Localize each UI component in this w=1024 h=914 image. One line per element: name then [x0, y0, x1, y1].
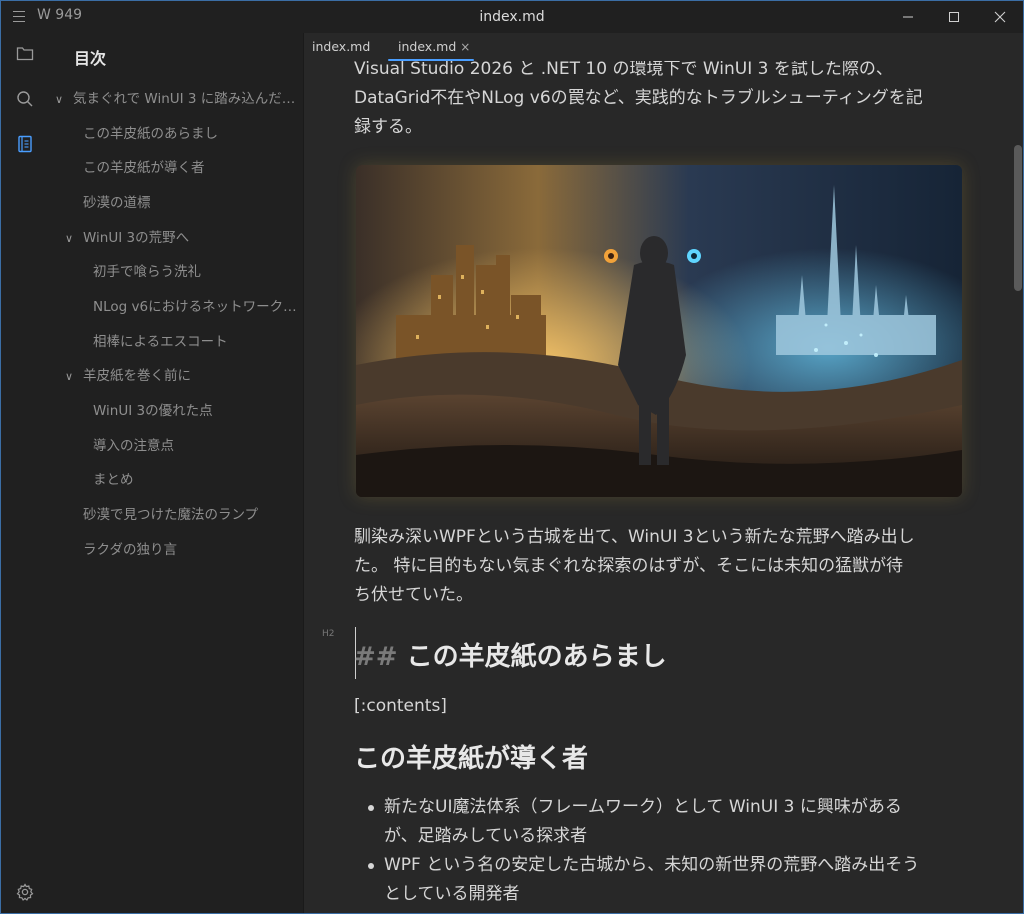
toc-item[interactable]: この羊皮紙が導く者 — [83, 155, 299, 181]
list-item: 新たなUI魔法体系（フレームワーク）として WinUI 3 に興味がある が、足… — [354, 793, 964, 851]
folder-icon[interactable] — [13, 41, 37, 65]
markdown-preview: Visual Studio 2026 と .NET 10 の環境下で WinUI… — [354, 55, 964, 142]
hero-image — [356, 165, 962, 497]
search-icon[interactable] — [13, 87, 37, 111]
close-icon — [994, 11, 1006, 23]
chevron-down-icon[interactable]: ∨ — [55, 87, 67, 112]
bullet-list: 新たなUI魔法体系（フレームワーク）として WinUI 3 に興味がある が、足… — [354, 793, 964, 909]
heading-block-2: この羊皮紙が導く者 — [354, 738, 964, 775]
bullet-list-block: 新たなUI魔法体系（フレームワーク）として WinUI 3 に興味がある が、足… — [354, 793, 964, 909]
paragraph: 馴染み深いWPFという古城を出て、WinUI 3という新たな荒野へ踏み出し た。… — [354, 527, 915, 605]
tab-index-md-active[interactable]: index.md × — [388, 39, 474, 61]
chevron-down-icon[interactable]: ∨ — [65, 226, 77, 251]
intro-paragraph: Visual Studio 2026 と .NET 10 の環境下で WinUI… — [354, 59, 923, 137]
minimize-button[interactable] — [885, 1, 931, 33]
active-tab-indicator — [388, 59, 474, 61]
maximize-button[interactable] — [931, 1, 977, 33]
toc-item[interactable]: ∨ WinUI 3の荒野へ — [65, 225, 299, 251]
toc-item[interactable]: WinUI 3の優れた点 — [93, 398, 299, 424]
toc-item[interactable]: NLog v6におけるネットワークの罠 — [93, 294, 301, 320]
toc-item[interactable]: 相棒によるエスコート — [93, 329, 299, 355]
toc-item[interactable]: 導入の注意点 — [93, 433, 299, 459]
toc-item[interactable]: この羊皮紙のあらまし — [83, 121, 299, 147]
contents-token: [:contents] — [354, 696, 447, 716]
vertical-scrollbar[interactable] — [1012, 61, 1023, 913]
list-item: WPF という名の安定した古城から、未知の新世界の荒野へ踏み出そう としている開… — [354, 851, 964, 909]
close-tab-icon[interactable]: × — [460, 40, 470, 54]
toc-item[interactable]: まとめ — [93, 467, 299, 493]
toc-item[interactable]: ラクダの独り言 — [83, 537, 299, 563]
tab-bar: index.md index.md × — [304, 33, 1023, 61]
close-button[interactable] — [977, 1, 1023, 33]
minimize-icon — [903, 16, 913, 18]
title-bar: W 949 index.md — [1, 1, 1023, 33]
toc-sidebar: 目次 ∨気まぐれで WinUI 3 に踏み込んだ魔法使い この羊皮紙のあらまし … — [49, 33, 303, 913]
heading-level-marker: H2 — [322, 629, 335, 639]
toc-title: 目次 — [74, 49, 107, 68]
hamburger-menu-icon[interactable] — [11, 7, 27, 25]
app-title: W 949 — [37, 7, 83, 23]
section-heading: この羊皮紙が導く者 — [354, 744, 589, 774]
editor-pane: Visual Studio 2026 と .NET 10 の環境下で WinUI… — [303, 33, 1023, 913]
heading-block: ## この羊皮紙のあらまし — [354, 636, 964, 673]
book-icon[interactable] — [13, 132, 37, 156]
activity-bar — [1, 33, 49, 913]
toc-item[interactable]: 砂漠の道標 — [83, 190, 299, 216]
section-heading[interactable]: ## この羊皮紙のあらまし — [354, 636, 964, 673]
toc-item[interactable]: 初手で喰らう洗礼 — [93, 259, 299, 285]
toc-item[interactable]: ∨ 羊皮紙を巻く前に — [65, 363, 299, 389]
gear-icon[interactable] — [13, 880, 37, 904]
toc-item[interactable]: ∨気まぐれで WinUI 3 に踏み込んだ魔法使い — [55, 86, 301, 112]
toc-item[interactable]: 砂漠で見つけた魔法のランプ — [83, 502, 299, 528]
app-window: W 949 index.md 目次 ∨ 気まぐれで WinUI 3 に踏み込んだ魔… — [0, 0, 1024, 914]
maximize-icon — [949, 12, 959, 22]
chevron-down-icon[interactable]: ∨ — [65, 364, 77, 389]
tab-index-md[interactable]: index.md — [312, 39, 370, 61]
markdown-preview-lower: 馴染み深いWPFという古城を出て、WinUI 3という新たな荒野へ踏み出し た。… — [354, 523, 964, 610]
scrollbar-thumb[interactable] — [1014, 145, 1022, 291]
window-title: index.md — [479, 9, 545, 25]
contents-block: [:contents] — [354, 692, 964, 721]
